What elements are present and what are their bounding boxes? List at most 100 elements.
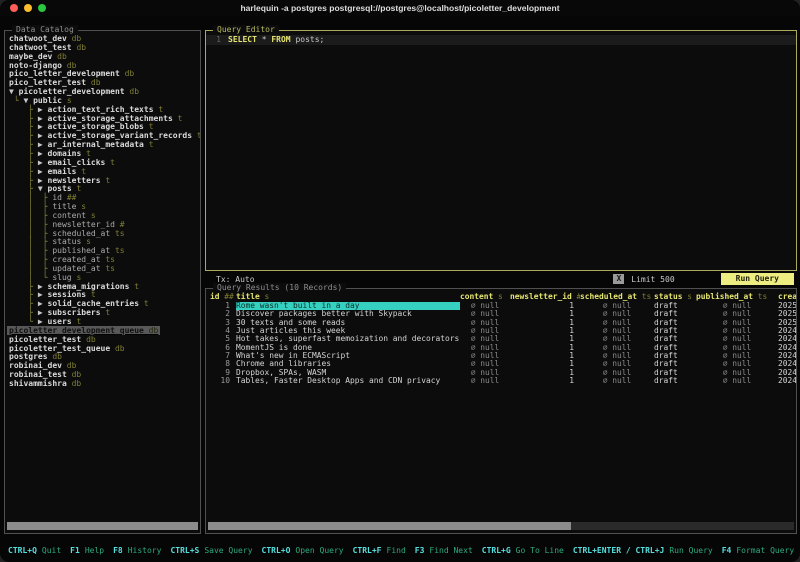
cell-status[interactable]: draft xyxy=(654,302,696,310)
catalog-hscroll-thumb[interactable] xyxy=(7,522,198,530)
shortcut-run-query[interactable]: CTRL+ENTER / CTRL+JRun Query xyxy=(573,546,713,556)
cell-status[interactable]: draft xyxy=(654,327,696,335)
cell-title[interactable]: Discover packages better with Skypack xyxy=(236,310,460,318)
cell-scheduled_at[interactable]: ∅ null xyxy=(580,335,654,343)
zoom-window-icon[interactable] xyxy=(38,4,46,12)
cell-id[interactable]: 3 xyxy=(210,319,236,327)
cell-id[interactable]: 8 xyxy=(210,360,236,368)
column-header-title[interactable]: title s xyxy=(236,292,460,301)
cell-status[interactable]: draft xyxy=(654,344,696,352)
cell-title[interactable]: Rome wasn't built in a day xyxy=(236,302,460,310)
cell-title[interactable]: Tables, Faster Desktop Apps and CDN priv… xyxy=(236,377,460,385)
cell-id[interactable]: 6 xyxy=(210,344,236,352)
cell-published_at[interactable]: ∅ null xyxy=(696,310,778,318)
cell-published_at[interactable]: ∅ null xyxy=(696,302,778,310)
cell-title[interactable]: Just articles this week xyxy=(236,327,460,335)
cell-scheduled_at[interactable]: ∅ null xyxy=(580,319,654,327)
cell-crea[interactable]: 2024 xyxy=(778,369,796,377)
cell-crea[interactable]: 2025 xyxy=(778,302,796,310)
cell-scheduled_at[interactable]: ∅ null xyxy=(580,360,654,368)
catalog-hscrollbar[interactable] xyxy=(7,522,198,530)
shortcut-open-query[interactable]: CTRL+OOpen Query xyxy=(262,546,344,556)
shortcut-format-query[interactable]: F4Format Query xyxy=(722,546,794,556)
cell-newsletter_id[interactable]: 1 xyxy=(510,327,580,335)
cell-newsletter_id[interactable]: 1 xyxy=(510,335,580,343)
cell-crea[interactable]: 2024 xyxy=(778,360,796,368)
cell-content[interactable]: ∅ null xyxy=(460,369,510,377)
table-row[interactable]: 10Tables, Faster Desktop Apps and CDN pr… xyxy=(206,377,796,385)
cell-crea[interactable]: 2025 xyxy=(778,319,796,327)
cell-status[interactable]: draft xyxy=(654,335,696,343)
shortcut-find-next[interactable]: F3Find Next xyxy=(415,546,473,556)
cell-scheduled_at[interactable]: ∅ null xyxy=(580,352,654,360)
cell-status[interactable]: draft xyxy=(654,369,696,377)
cell-newsletter_id[interactable]: 1 xyxy=(510,319,580,327)
table-row[interactable]: 7What's new in ECMAScript∅ null1∅ nulldr… xyxy=(206,352,796,360)
table-row[interactable]: 9Dropbox, SPAs, WASM∅ null1∅ nulldraft∅ … xyxy=(206,369,796,377)
cell-newsletter_id[interactable]: 1 xyxy=(510,302,580,310)
column-header-scheduled_at[interactable]: scheduled_at ts xyxy=(580,292,654,301)
cell-newsletter_id[interactable]: 1 xyxy=(510,310,580,318)
cell-published_at[interactable]: ∅ null xyxy=(696,319,778,327)
cell-status[interactable]: draft xyxy=(654,319,696,327)
cell-published_at[interactable]: ∅ null xyxy=(696,360,778,368)
cell-id[interactable]: 2 xyxy=(210,310,236,318)
cell-content[interactable]: ∅ null xyxy=(460,360,510,368)
cell-crea[interactable]: 2024 xyxy=(778,327,796,335)
table-row[interactable]: 6MomentJS is done∅ null1∅ nulldraft∅ nul… xyxy=(206,344,796,352)
cell-id[interactable]: 5 xyxy=(210,335,236,343)
table-row[interactable]: 8Chrome and libraries∅ null1∅ nulldraft∅… xyxy=(206,360,796,368)
cell-scheduled_at[interactable]: ∅ null xyxy=(580,369,654,377)
sql-statement[interactable]: SELECT * FROM posts; xyxy=(228,35,324,45)
cell-id[interactable]: 10 xyxy=(210,377,236,385)
close-window-icon[interactable] xyxy=(10,4,18,12)
column-header-status[interactable]: status s xyxy=(654,292,696,301)
cell-scheduled_at[interactable]: ∅ null xyxy=(580,327,654,335)
table-row[interactable]: 4Just articles this week∅ null1∅ nulldra… xyxy=(206,327,796,335)
cell-published_at[interactable]: ∅ null xyxy=(696,377,778,385)
cell-newsletter_id[interactable]: 1 xyxy=(510,369,580,377)
cell-title[interactable]: Dropbox, SPAs, WASM xyxy=(236,369,460,377)
run-query-button[interactable]: Run Query xyxy=(721,273,794,285)
cell-title[interactable]: MomentJS is done xyxy=(236,344,460,352)
shortcut-quit[interactable]: CTRL+QQuit xyxy=(8,546,61,556)
cell-title[interactable]: 30 texts and some reads xyxy=(236,319,460,327)
cell-scheduled_at[interactable]: ∅ null xyxy=(580,302,654,310)
results-hscrollbar[interactable] xyxy=(208,522,794,530)
column-header-id[interactable]: id ## xyxy=(210,292,236,301)
cell-status[interactable]: draft xyxy=(654,377,696,385)
cell-scheduled_at[interactable]: ∅ null xyxy=(580,344,654,352)
cell-id[interactable]: 1 xyxy=(210,302,236,310)
cell-published_at[interactable]: ∅ null xyxy=(696,335,778,343)
column-header-crea[interactable]: crea xyxy=(778,292,796,301)
cell-title[interactable]: Hot takes, superfast memoization and dec… xyxy=(236,335,460,343)
table-row[interactable]: 5Hot takes, superfast memoization and de… xyxy=(206,335,796,343)
cell-id[interactable]: 9 xyxy=(210,369,236,377)
cell-content[interactable]: ∅ null xyxy=(460,377,510,385)
shortcut-history[interactable]: F8History xyxy=(113,546,161,556)
cell-status[interactable]: draft xyxy=(654,360,696,368)
table-row[interactable]: 330 texts and some reads∅ null1∅ nulldra… xyxy=(206,319,796,327)
cell-content[interactable]: ∅ null xyxy=(460,335,510,343)
cell-scheduled_at[interactable]: ∅ null xyxy=(580,377,654,385)
cell-title[interactable]: Chrome and libraries xyxy=(236,360,460,368)
cell-crea[interactable]: 2024 xyxy=(778,352,796,360)
cell-published_at[interactable]: ∅ null xyxy=(696,369,778,377)
minimize-window-icon[interactable] xyxy=(24,4,32,12)
results-hscroll-thumb[interactable] xyxy=(208,522,571,530)
cell-crea[interactable]: 2024 xyxy=(778,335,796,343)
cell-content[interactable]: ∅ null xyxy=(460,352,510,360)
cell-published_at[interactable]: ∅ null xyxy=(696,352,778,360)
cell-published_at[interactable]: ∅ null xyxy=(696,327,778,335)
editor-current-line[interactable]: 1 SELECT * FROM posts; xyxy=(206,35,796,45)
cell-content[interactable]: ∅ null xyxy=(460,310,510,318)
cell-id[interactable]: 4 xyxy=(210,327,236,335)
cell-newsletter_id[interactable]: 1 xyxy=(510,377,580,385)
table-row[interactable]: 1Rome wasn't built in a day∅ null1∅ null… xyxy=(206,302,796,310)
column-header-published_at[interactable]: published_at ts xyxy=(696,292,778,301)
limit-checkbox[interactable]: X xyxy=(613,274,624,284)
cell-crea[interactable]: 2024 xyxy=(778,344,796,352)
cell-crea[interactable]: 2025 xyxy=(778,310,796,318)
cell-content[interactable]: ∅ null xyxy=(460,319,510,327)
catalog-item-shivammishra[interactable]: shivammishra db xyxy=(9,380,198,389)
